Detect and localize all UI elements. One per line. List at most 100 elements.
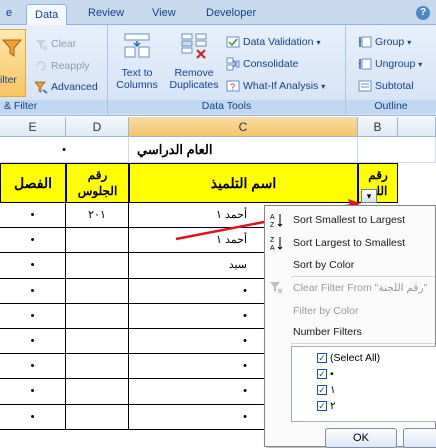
sheet-title[interactable]: العام الدراسي	[129, 137, 358, 163]
svg-text:A: A	[270, 214, 275, 221]
consolidate-button[interactable]: Consolidate	[226, 57, 298, 71]
reapply-icon	[36, 61, 46, 71]
filter-option-label: (Select All)	[330, 352, 381, 364]
seat-number-cell[interactable]	[66, 354, 129, 380]
clear-filter-item[interactable]: Clear Filter From "رقم اللجنة"	[293, 282, 427, 294]
svg-text:Z: Z	[270, 237, 275, 244]
number-filters-item[interactable]: Number Filters	[293, 326, 362, 338]
sort-ascending-icon: A Z	[270, 214, 283, 228]
chevron-down-icon: ▾	[418, 59, 423, 69]
group-button[interactable]: + Group ▾	[358, 35, 411, 49]
header-class[interactable]: الفصل	[0, 163, 66, 203]
group-icon: +	[358, 36, 372, 48]
filter-option-label: •	[330, 368, 334, 380]
filter-label: ilter	[0, 74, 17, 86]
tab-view[interactable]: View	[152, 7, 176, 19]
class-cell[interactable]: •	[0, 253, 66, 279]
svg-text:+: +	[358, 37, 363, 46]
class-cell[interactable]: •	[0, 329, 66, 355]
checkbox[interactable]: ✓	[317, 385, 327, 395]
ribbon: ilter Clear Reapply Advanced & Filter Te…	[0, 25, 436, 116]
checkbox[interactable]: ✓	[317, 369, 327, 379]
ungroup-button[interactable]: - Ungroup ▾	[358, 57, 422, 71]
filter-button[interactable]: ilter	[0, 29, 26, 97]
sort-descending-item[interactable]: Sort Largest to Smallest	[293, 237, 405, 249]
whatif-analysis-button[interactable]: ? What-If Analysis ▾	[226, 79, 325, 93]
seat-number-cell[interactable]	[66, 404, 129, 430]
data-validation-icon	[226, 36, 240, 48]
filter-option[interactable]: ✓ •	[317, 368, 334, 380]
seat-number-cell[interactable]	[66, 329, 129, 355]
column-header-e[interactable]: E	[0, 117, 66, 137]
svg-text:Z: Z	[270, 222, 275, 228]
whatif-analysis-icon: ?	[226, 80, 240, 92]
svg-text:-: -	[358, 59, 361, 68]
subtotal-icon	[358, 80, 372, 92]
outline-group-label: Outline	[346, 100, 436, 114]
ok-button[interactable]: OK	[325, 428, 397, 448]
sort-filter-group: ilter Clear Reapply Advanced & Filter	[0, 25, 108, 115]
class-cell[interactable]: •	[0, 228, 66, 254]
filter-option[interactable]: ✓ (Select All)	[317, 352, 380, 364]
data-tools-group-label: Data Tools	[108, 100, 345, 114]
remove-duplicates-button[interactable]: Remove Duplicates	[166, 31, 222, 91]
help-icon[interactable]: ?	[416, 6, 430, 20]
clear-filter-icon	[36, 40, 48, 51]
filter-by-color-item[interactable]: Filter by Color	[293, 305, 358, 317]
ribbon-tab-bar: e Data Review View Developer ?	[0, 0, 436, 26]
remove-duplicates-icon	[181, 33, 207, 59]
tab-insert-partial[interactable]: e	[6, 7, 12, 19]
tab-developer[interactable]: Developer	[206, 7, 256, 19]
filter-funnel-icon	[2, 39, 22, 57]
column-header-d[interactable]: D	[66, 117, 129, 137]
column-header-b[interactable]: B	[358, 117, 398, 137]
title-bullet-cell[interactable]: •	[0, 137, 129, 163]
clear-filter-icon	[270, 282, 283, 294]
class-cell[interactable]: •	[0, 278, 66, 304]
seat-number-cell[interactable]: ٢٠١	[66, 203, 129, 229]
autofilter-menu: A Z Sort Smallest to Largest Z A Sort La…	[264, 205, 436, 448]
filter-option-label: ١	[330, 384, 336, 396]
tab-data[interactable]: Data	[26, 4, 68, 26]
sort-ascending-item[interactable]: Sort Smallest to Largest	[293, 214, 405, 226]
svg-text:?: ?	[230, 82, 235, 92]
column-header-a[interactable]	[398, 117, 436, 137]
chevron-down-icon: ▾	[316, 37, 321, 47]
data-tools-group: Text to Columns Remove Duplicates Data V…	[108, 25, 346, 115]
advanced-button[interactable]: Advanced	[34, 80, 98, 94]
menu-separator	[291, 343, 435, 344]
sort-descending-icon: Z A	[270, 237, 283, 251]
menu-separator	[291, 276, 435, 277]
chevron-down-icon: ▾	[321, 81, 326, 91]
data-validation-button[interactable]: Data Validation ▾	[226, 35, 320, 49]
column-header-c[interactable]: C	[129, 117, 358, 137]
clear-button[interactable]: Clear	[34, 37, 76, 51]
advanced-filter-icon	[34, 81, 48, 94]
empty-cell[interactable]	[358, 137, 436, 163]
checkbox[interactable]: ✓	[317, 353, 327, 363]
subtotal-button[interactable]: Subtotal	[358, 79, 414, 93]
class-cell[interactable]: •	[0, 203, 66, 229]
seat-number-cell[interactable]	[66, 379, 129, 405]
class-cell[interactable]: •	[0, 379, 66, 405]
seat-number-cell[interactable]	[66, 303, 129, 329]
filter-option[interactable]: ✓ ٢	[317, 400, 336, 412]
chevron-down-icon: ▾	[407, 37, 412, 47]
tab-review[interactable]: Review	[88, 7, 124, 19]
outline-group: + Group ▾ - Ungroup ▾ Subtotal Outline	[346, 25, 436, 115]
checkbox[interactable]: ✓	[317, 401, 327, 411]
consolidate-icon	[226, 57, 240, 71]
filter-option[interactable]: ✓ ١	[317, 384, 336, 396]
class-cell[interactable]: •	[0, 303, 66, 329]
sort-by-color-item[interactable]: Sort by Color	[293, 259, 354, 271]
header-seat-number[interactable]: رقم الجلوس	[66, 163, 129, 203]
seat-number-cell[interactable]	[66, 228, 129, 254]
seat-number-cell[interactable]	[66, 278, 129, 304]
text-to-columns-icon	[124, 33, 150, 58]
class-cell[interactable]: •	[0, 404, 66, 430]
reapply-button[interactable]: Reapply	[34, 59, 90, 73]
text-to-columns-button[interactable]: Text to Columns	[112, 31, 162, 91]
seat-number-cell[interactable]	[66, 253, 129, 279]
class-cell[interactable]: •	[0, 354, 66, 380]
cancel-button[interactable]	[403, 428, 436, 448]
